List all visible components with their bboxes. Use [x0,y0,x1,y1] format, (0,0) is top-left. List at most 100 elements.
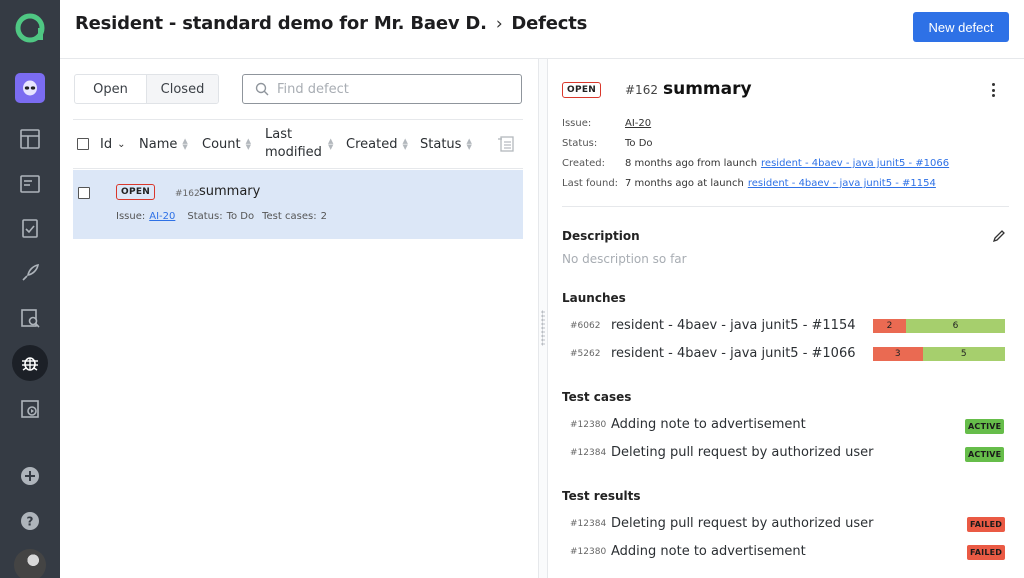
svg-text:?: ? [27,515,34,529]
test-results-title: Test results [562,489,641,503]
info-issue: Issue: AI-20 [562,118,651,129]
launch-nav[interactable] [0,253,60,293]
issue-link[interactable]: AI-20 [625,118,651,129]
test-case-name[interactable]: Adding note to advertisement [611,417,806,432]
defects-nav[interactable] [0,343,60,383]
search-box [242,74,522,104]
created-text: 8 months ago from launch [625,158,758,169]
plus-circle-icon [21,467,39,485]
detail-id: #162 [625,83,658,97]
status-label: Status: [187,211,223,222]
detail-title: #162 summary [625,79,752,99]
add-nav[interactable] [0,456,60,496]
search-icon [255,82,269,96]
search-report-icon [21,309,40,328]
sidebar: ? [0,0,60,578]
test-result-status-badge: FAILED [967,545,1006,560]
column-header-created[interactable]: Created ▲ ▼ [346,120,408,168]
header: Resident - standard demo for Mr. Baev D.… [60,0,1024,59]
info-label: Issue: [562,118,592,129]
project-avatar-icon[interactable] [15,73,45,103]
test-case-status-badge: ACTIVE [965,419,1005,434]
breadcrumb-page: Defects [511,13,588,34]
test-result-row[interactable]: #12384 Deleting pull request by authoriz… [570,516,873,531]
test-plan-icon [21,400,39,418]
column-label: Id [100,136,113,152]
sort-icon: ▲ ▼ [245,137,251,151]
column-header-last-modified[interactable]: Last modified ▲ ▼ [265,120,341,168]
status-tabs: Open Closed [74,74,219,104]
launch-id: #5262 [570,348,601,359]
test-case-id: #12384 [570,447,607,458]
info-last-found: Last found: 7 months ago at launch resid… [562,178,936,189]
launches-title: Launches [562,291,626,305]
row-checkbox[interactable] [78,187,90,199]
issue-link[interactable]: AI-20 [149,211,175,222]
status-badge: OPEN [116,184,156,200]
description-text: No description so far [562,252,687,266]
launch-id: #6062 [570,320,601,331]
test-case-name[interactable]: Deleting pull request by authorized user [611,445,873,460]
breadcrumb-project[interactable]: Resident - standard demo for Mr. Baev D. [75,13,487,34]
column-label: Created [346,136,398,152]
column-settings-icon[interactable] [497,120,515,168]
last-found-text: 7 months ago at launch [625,178,744,189]
info-created: Created: 8 months ago from launch reside… [562,158,949,169]
test-cases-nav[interactable] [0,208,60,248]
help-nav[interactable]: ? [0,501,60,541]
table-row[interactable]: OPEN #162 summary Issue: AI-20 Status: T… [73,170,523,239]
search-input[interactable] [277,81,497,97]
new-defect-button[interactable]: New defect [913,12,1009,42]
created-launch-link[interactable]: resident - 4baev - java junit5 - #1066 [761,158,949,169]
tab-open[interactable]: Open [75,75,146,103]
launch-stats-bar: 3 5 [873,347,1005,361]
sort-icon: ▲ ▼ [328,137,334,151]
column-header-id[interactable]: Id ⌄ [100,120,125,168]
test-result-name[interactable]: Deleting pull request by authorized user [611,516,873,531]
test-cases-count: 2 [320,211,327,222]
test-result-name[interactable]: Adding note to advertisement [611,544,806,559]
launch-row[interactable]: #6062 resident - 4baev - java junit5 - #… [570,318,856,333]
sort-icon: ▲ ▼ [402,137,408,151]
last-found-launch-link[interactable]: resident - 4baev - java junit5 - #1154 [748,178,936,189]
test-result-id: #12384 [570,518,607,529]
test-case-row[interactable]: #12380 Adding note to advertisement [570,417,806,432]
help-icon: ? [21,512,39,530]
passed-count: 6 [906,319,1005,333]
more-menu-icon[interactable] [986,81,1000,99]
detail-name: summary [662,79,752,99]
analysis-nav[interactable] [0,298,60,338]
info-label: Created: [562,158,605,169]
app-logo-icon[interactable] [14,12,46,44]
launch-name[interactable]: resident - 4baev - java junit5 - #1154 [611,318,856,333]
resize-grip-icon[interactable] [541,310,545,346]
column-label: Last modified [265,127,322,160]
edit-pencil-icon[interactable] [992,229,1006,243]
failed-count: 3 [873,347,923,361]
user-avatar[interactable] [14,549,46,578]
launch-name[interactable]: resident - 4baev - java junit5 - #1066 [611,346,856,361]
issue-label: Issue: [116,211,146,222]
defect-name[interactable]: summary [199,184,260,199]
info-label: Status: [562,138,598,149]
passed-count: 5 [922,347,1005,361]
select-all-checkbox[interactable] [77,120,89,168]
column-header-count[interactable]: Count ▲ ▼ [202,120,251,168]
column-header-name[interactable]: Name ▲ ▼ [139,120,188,168]
test-case-row[interactable]: #12384 Deleting pull request by authoriz… [570,445,873,460]
test-plans-nav[interactable] [0,389,60,429]
tab-closed[interactable]: Closed [146,75,218,103]
test-result-id: #12380 [570,546,607,557]
test-cases-label: Test cases: [262,211,317,222]
rocket-icon [22,263,40,281]
launches-nav[interactable] [0,164,60,204]
dashboard-icon [20,129,40,149]
column-label: Status [420,136,462,152]
failed-count: 2 [873,319,906,333]
dashboard-nav[interactable] [0,119,60,159]
test-result-row[interactable]: #12380 Adding note to advertisement [570,544,806,559]
launches-icon [20,175,40,193]
launch-row[interactable]: #5262 resident - 4baev - java junit5 - #… [570,346,856,361]
column-header-status[interactable]: Status ▲ ▼ [420,120,472,168]
row-meta: Issue: AI-20 Status: To Do Test cases: 2 [116,211,327,222]
